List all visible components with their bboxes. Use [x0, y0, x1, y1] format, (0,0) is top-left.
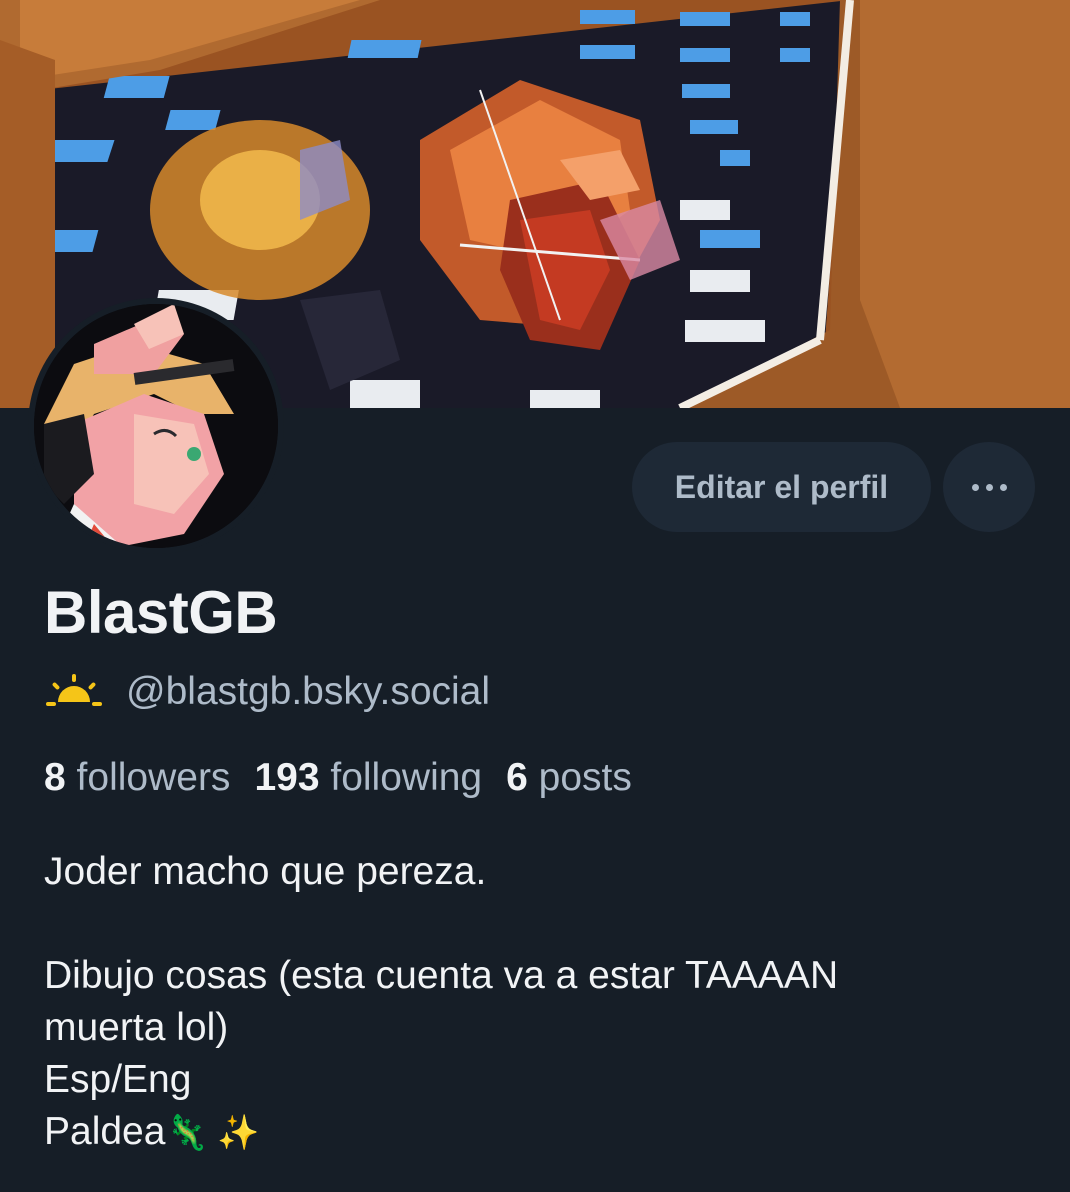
avatar-image [34, 304, 278, 548]
profile-bio: Joder macho que pereza. Dibujo cosas (es… [44, 846, 1034, 1159]
bio-line-text: Paldea [44, 1110, 166, 1153]
more-options-button[interactable] [943, 442, 1035, 532]
bio-line: Joder macho que pereza. [44, 850, 487, 893]
avatar[interactable] [28, 298, 284, 554]
followers-link[interactable]: 8 followers [44, 756, 230, 799]
following-count: 193 [254, 756, 320, 799]
following-link[interactable]: 193 following [254, 756, 482, 799]
handle-row: @blastgb.bsky.social [44, 668, 490, 716]
ellipsis-icon [971, 483, 1007, 491]
followers-count: 8 [44, 756, 66, 799]
bio-line: Paldea🦎 ✨ [44, 1106, 1034, 1159]
sunrise-icon [46, 674, 102, 706]
followers-label: followers [76, 756, 231, 799]
bio-line: Esp/Eng [44, 1058, 192, 1101]
following-label: following [330, 756, 483, 799]
display-name: BlastGB [44, 579, 278, 646]
posts-label: posts [538, 756, 632, 799]
posts-stat: 6 posts [506, 756, 632, 799]
bio-line: muerta lol) [44, 1006, 229, 1049]
edit-profile-button[interactable]: Editar el perfil [632, 442, 931, 532]
posts-count: 6 [506, 756, 528, 799]
handle[interactable]: @blastgb.bsky.social [126, 670, 490, 714]
bio-line [44, 898, 1034, 950]
bio-line: Dibujo cosas (esta cuenta va a estar TAA… [44, 954, 839, 997]
lizard-sparkles-emoji: 🦎 ✨ [165, 1114, 260, 1152]
profile-stats: 8 followers 193 following 6 posts [44, 756, 632, 800]
